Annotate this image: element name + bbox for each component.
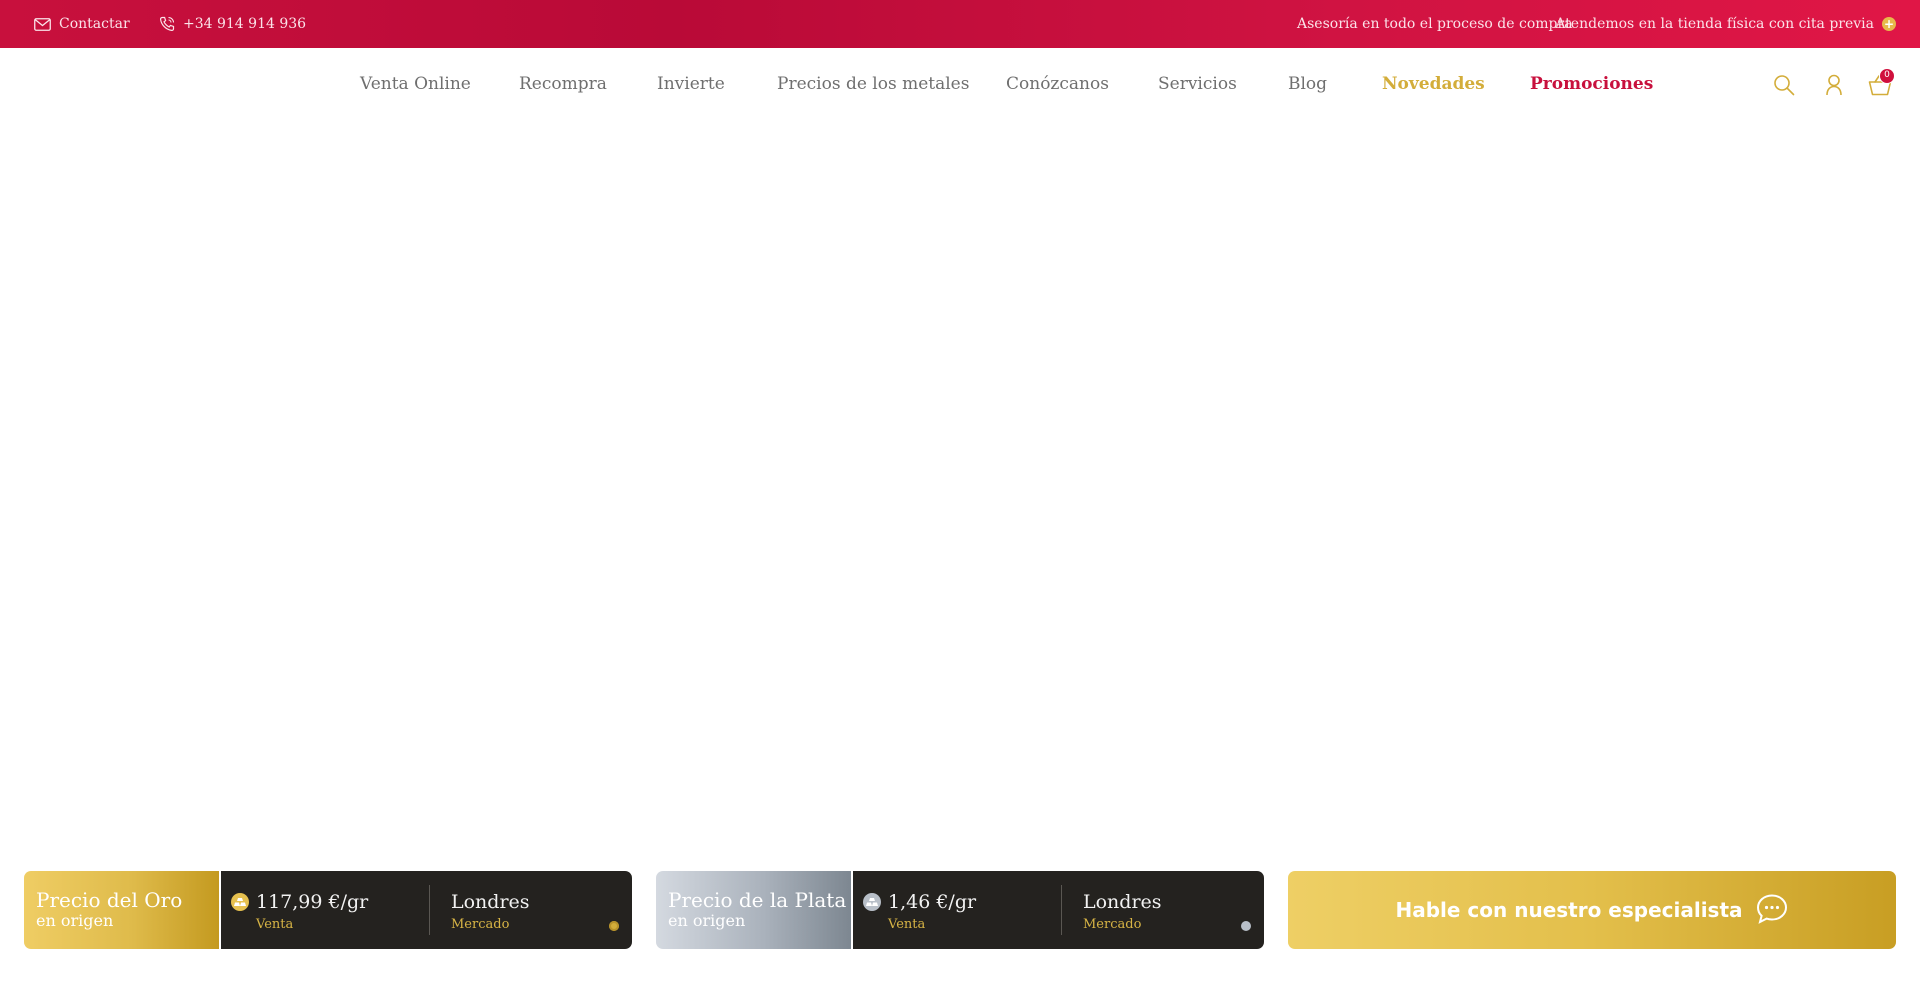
silver-title: Precio de la Plata — [668, 888, 847, 912]
gold-title: Precio del Oro — [36, 888, 183, 912]
gold-price-caption: Venta — [256, 917, 294, 932]
contact-label: Contactar — [59, 16, 130, 32]
search-icon[interactable] — [1773, 74, 1795, 100]
silver-price-widget[interactable]: Precio de la Plata en origen 1,46 €/gr V… — [656, 871, 1264, 949]
gold-status-dot — [609, 921, 619, 931]
silver-market-caption: Mercado — [1083, 917, 1142, 932]
contact-link[interactable]: Contactar — [34, 0, 130, 48]
phone-icon — [159, 16, 175, 32]
silver-market-name: Londres — [1083, 891, 1162, 913]
mail-icon — [34, 17, 51, 31]
silver-subtitle: en origen — [668, 911, 746, 930]
gold-price-value: 117,99 €/gr — [256, 891, 369, 913]
cta-label: Hable con nuestro especialista — [1395, 898, 1743, 922]
top-bar: Contactar +34 914 914 936 Asesoría en to… — [0, 0, 1920, 48]
gold-label-panel: Precio del Oro en origen — [24, 871, 219, 949]
store-text: Atendemos en la tienda física con cita p… — [1555, 16, 1874, 32]
gold-data-panel: 117,99 €/gr Venta Londres Mercado — [219, 871, 632, 949]
gold-market-caption: Mercado — [451, 917, 510, 932]
silver-price-value: 1,46 €/gr — [888, 891, 977, 913]
gold-divider — [429, 885, 430, 935]
nav-item-promociones[interactable]: Promociones — [1530, 74, 1653, 94]
nav-item-blog[interactable]: Blog — [1288, 74, 1327, 94]
nav-item-conozcanos[interactable]: Conózcanos — [1006, 74, 1109, 94]
silver-divider — [1061, 885, 1062, 935]
silver-data-panel: 1,46 €/gr Venta Londres Mercado — [851, 871, 1264, 949]
silver-label-panel: Precio de la Plata en origen — [656, 871, 851, 949]
advice-text: Asesoría en todo el proceso de compra — [1297, 16, 1573, 32]
silver-price-caption: Venta — [888, 917, 926, 932]
gold-market-name: Londres — [451, 891, 530, 913]
main-nav: Venta Online Recompra Invierte Precios d… — [0, 48, 1920, 122]
talk-to-specialist-button[interactable]: Hable con nuestro especialista — [1288, 871, 1896, 949]
gold-subtitle: en origen — [36, 911, 114, 930]
plus-icon: + — [1882, 17, 1896, 31]
nav-item-venta-online[interactable]: Venta Online — [360, 74, 471, 94]
nav-item-novedades[interactable]: Novedades — [1382, 74, 1485, 94]
silver-bars-icon — [863, 893, 881, 911]
gold-bars-icon — [231, 893, 249, 911]
gold-price-widget[interactable]: Precio del Oro en origen 117,99 €/gr Ven… — [24, 871, 632, 949]
nav-item-servicios[interactable]: Servicios — [1158, 74, 1237, 94]
store-notice[interactable]: Atendemos en la tienda física con cita p… — [1555, 0, 1896, 48]
nav-item-invierte[interactable]: Invierte — [657, 74, 725, 94]
cart-count-badge: 0 — [1879, 68, 1895, 84]
nav-item-precios-metales[interactable]: Precios de los metales — [777, 74, 969, 94]
silver-status-dot — [1241, 921, 1251, 931]
nav-item-recompra[interactable]: Recompra — [519, 74, 607, 94]
chat-bubble-icon — [1755, 893, 1789, 928]
phone-number: +34 914 914 936 — [183, 16, 307, 32]
phone-link[interactable]: +34 914 914 936 — [159, 0, 306, 48]
user-icon[interactable] — [1825, 74, 1843, 100]
